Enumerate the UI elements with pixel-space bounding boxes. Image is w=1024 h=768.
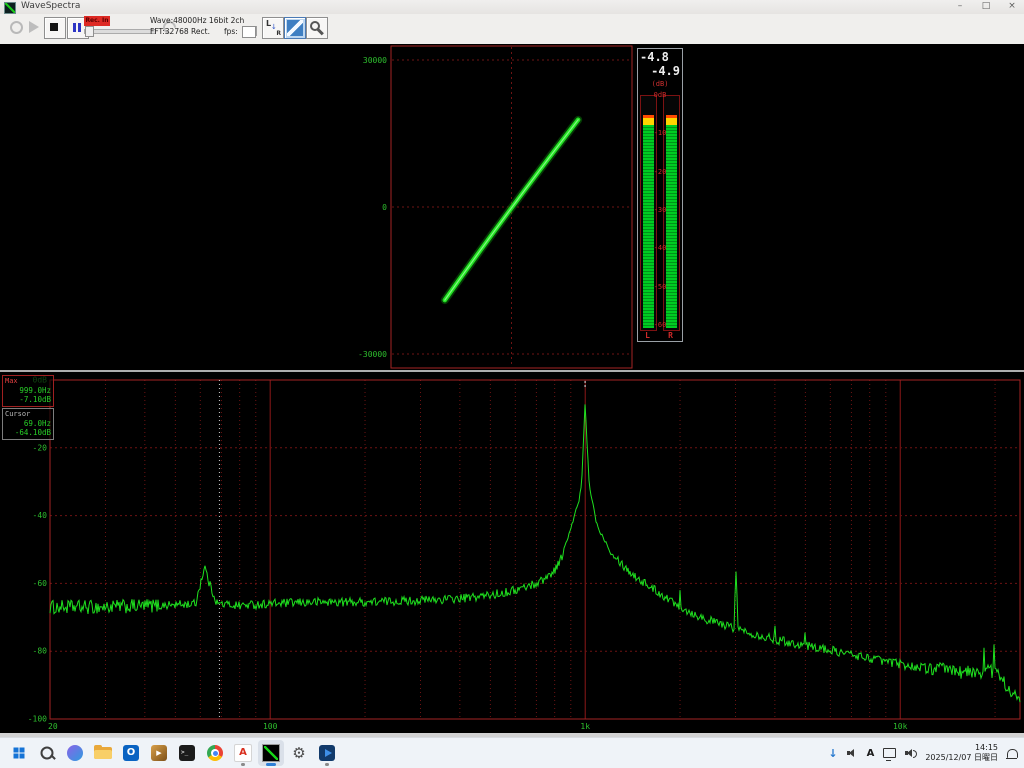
play-icon[interactable] xyxy=(29,21,39,33)
system-tray: ↓ A 14:15 2025/12/07 日曜日 xyxy=(828,740,1018,766)
hidden-icons-arrow-icon[interactable]: ↓ xyxy=(828,747,837,760)
tray-time: 14:15 xyxy=(925,743,998,753)
position-slider[interactable] xyxy=(84,29,156,34)
svg-text:0: 0 xyxy=(382,203,387,212)
outlook-icon: O xyxy=(123,745,139,761)
max-title: Max xyxy=(5,377,51,386)
taskbar-settings[interactable]: ⚙ xyxy=(286,740,312,766)
scope-panel: 30000 0 -30000 -4.8 -4.9 (dB) 0dB -10 -20 -30… xyxy=(0,44,1024,370)
max-frequency: 999.0Hz xyxy=(5,386,51,395)
spectrum-panel: 0dB-20-40-60-80-100201001k10k Max 999.0H… xyxy=(0,372,1024,733)
taskbar-file-explorer[interactable] xyxy=(90,740,116,766)
meter-unit: (dB) xyxy=(638,80,682,88)
active-indicator xyxy=(266,763,276,766)
taskbar-acrobat[interactable]: A xyxy=(230,740,256,766)
taskbar-terminal[interactable]: >_ xyxy=(174,740,200,766)
wave-info: Wave:48000Hz 16bit 2ch xyxy=(150,16,244,25)
media-player-icon: ▶ xyxy=(151,745,167,761)
start-button[interactable] xyxy=(6,740,32,766)
network-display-icon[interactable] xyxy=(883,748,896,758)
cursor-title: Cursor xyxy=(5,410,51,419)
app-icon xyxy=(4,2,16,14)
svg-text:10k: 10k xyxy=(893,722,908,731)
meter-scale-label: -10 xyxy=(638,129,682,137)
meter-value-right: -4.9 xyxy=(651,64,680,78)
running-indicator xyxy=(325,763,329,766)
meter-channel-left: L xyxy=(640,331,655,340)
ime-indicator[interactable]: A xyxy=(867,748,875,759)
cursor-info-box: Cursor 69.0Hz -64.10dB xyxy=(2,408,54,440)
meter-scale-label: -40 xyxy=(638,244,682,252)
meter-scale-label: -60 xyxy=(638,321,682,329)
svg-text:-100: -100 xyxy=(28,715,47,724)
svg-text:20: 20 xyxy=(48,722,58,731)
taskbar-wavespectra[interactable] xyxy=(258,740,284,766)
volume-icon[interactable] xyxy=(905,748,916,758)
lissajous-scope: 30000 0 -30000 xyxy=(0,44,1024,370)
record-icon[interactable] xyxy=(10,21,23,34)
minimize-button[interactable]: – xyxy=(948,0,972,14)
svg-text:-80: -80 xyxy=(33,647,48,656)
copilot-icon xyxy=(67,745,83,761)
svg-text:-30000: -30000 xyxy=(358,350,387,359)
title-bar: WaveSpectra – □ × xyxy=(0,0,1024,15)
taskbar-movies-tv[interactable] xyxy=(314,740,340,766)
tray-audio-device-icon[interactable] xyxy=(847,748,858,758)
tray-date: 2025/12/07 日曜日 xyxy=(925,753,998,763)
taskbar-icons: O ▶ >_ A ⚙ xyxy=(6,740,340,766)
acrobat-icon: A xyxy=(234,744,252,762)
channel-lr-button[interactable]: L ↓ R xyxy=(262,17,284,39)
svg-text:30000: 30000 xyxy=(363,56,387,65)
cursor-frequency: 69.0Hz xyxy=(5,419,51,428)
close-button[interactable]: × xyxy=(1000,0,1024,14)
max-level: -7.10dB xyxy=(5,395,51,404)
slider-thumb[interactable] xyxy=(85,26,94,37)
stop-button[interactable] xyxy=(44,17,66,39)
svg-text:-60: -60 xyxy=(33,579,48,588)
meter-scale-label: -30 xyxy=(638,206,682,214)
taskbar-media-player[interactable]: ▶ xyxy=(146,740,172,766)
toolbar: Rec. In Wave:48000Hz 16bit 2ch FFT:32768… xyxy=(0,14,1024,45)
wavespectra-window: WaveSpectra – □ × Rec. In Wave:48000Hz 1… xyxy=(0,0,1024,768)
tray-clock[interactable]: 14:15 2025/12/07 日曜日 xyxy=(925,743,998,763)
svg-text:1k: 1k xyxy=(580,722,590,731)
max-info-box: Max 999.0Hz -7.10dB xyxy=(2,375,54,407)
taskbar: O ▶ >_ A ⚙ ↓ A 14:15 2025/12/07 日曜日 xyxy=(0,737,1024,768)
meter-scale-label: -20 xyxy=(638,168,682,176)
svg-text:-20: -20 xyxy=(33,443,48,452)
window-title: WaveSpectra xyxy=(21,1,80,11)
svg-text:-40: -40 xyxy=(33,511,48,520)
stop-icon xyxy=(50,23,58,31)
taskbar-search[interactable] xyxy=(34,740,60,766)
display-mode-button[interactable] xyxy=(284,17,306,39)
cursor-level: -64.10dB xyxy=(5,428,51,437)
meter-channel-right: R xyxy=(663,331,678,340)
taskbar-outlook[interactable]: O xyxy=(118,740,144,766)
pause-icon xyxy=(73,23,76,32)
spectrum-plot[interactable]: 0dB-20-40-60-80-100201001k10k xyxy=(0,372,1024,733)
terminal-icon: >_ xyxy=(179,745,195,761)
maximize-button[interactable]: □ xyxy=(974,0,998,14)
meter-scale-label: 0dB xyxy=(638,91,682,99)
svg-text:100: 100 xyxy=(263,722,278,731)
wavespectra-icon xyxy=(262,744,280,762)
settings-wrench-button[interactable] xyxy=(306,17,328,39)
level-meter-panel: -4.8 -4.9 (dB) 0dB -10 -20 -30 -40 -50 -60 L R xyxy=(637,48,683,342)
meter-bar-right xyxy=(666,115,677,328)
fps-label: fps: xyxy=(224,27,238,36)
display-mode-icon xyxy=(287,20,303,36)
gear-icon: ⚙ xyxy=(292,745,305,761)
movies-tv-icon xyxy=(319,745,335,761)
notification-bell-icon[interactable] xyxy=(1007,749,1018,758)
fps-input[interactable] xyxy=(242,26,256,38)
meter-value-left: -4.8 xyxy=(640,50,669,64)
meter-scale-label: -50 xyxy=(638,283,682,291)
taskbar-copilot[interactable] xyxy=(62,740,88,766)
windows-logo-icon xyxy=(14,748,25,759)
running-indicator xyxy=(241,763,245,766)
taskbar-chrome[interactable] xyxy=(202,740,228,766)
rec-indicator: Rec. In xyxy=(84,16,110,26)
meter-bar-left xyxy=(643,115,654,328)
